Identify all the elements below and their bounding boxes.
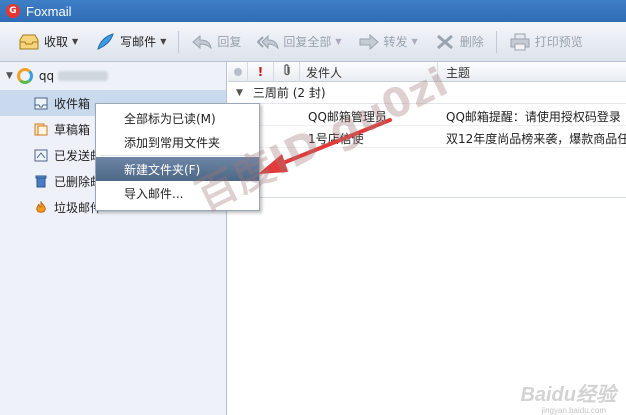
compose-label: 写邮件	[120, 35, 157, 49]
feather-pen-icon	[94, 32, 116, 51]
delete-x-icon	[434, 33, 456, 51]
receive-button[interactable]: 收取 ▼	[12, 27, 84, 57]
sent-icon	[34, 149, 48, 162]
priority-column[interactable]: !	[248, 62, 274, 82]
delete-button[interactable]: 删除	[428, 27, 490, 57]
account-row[interactable]: ▼ qq	[0, 62, 226, 90]
trash-can-icon	[34, 175, 48, 188]
print-preview-label: 打印预览	[534, 35, 583, 49]
window-title: Foxmail	[26, 3, 72, 19]
toolbar-separator	[178, 30, 180, 53]
folder-label: 草稿箱	[54, 122, 91, 137]
forward-dropdown-icon[interactable]: ▼	[412, 37, 418, 46]
reply-button[interactable]: 回复	[185, 27, 247, 57]
forward-label: 转发	[383, 35, 408, 49]
mail-subject: QQ邮箱提醒：请使用授权码登录	[446, 110, 621, 124]
paperclip-icon	[282, 64, 292, 80]
title-bar: G Foxmail	[0, 0, 626, 22]
print-preview-button[interactable]: 打印预览	[503, 27, 589, 57]
delete-label: 删除	[459, 35, 484, 49]
read-dot-icon	[233, 68, 242, 76]
toolbar: 收取 ▼ 写邮件 ▼ 回复 回复全部 ▼ 转发 ▼ 删除 打印预览	[0, 22, 626, 62]
inbox-tray-icon	[18, 33, 40, 51]
subject-column-label: 主题	[446, 65, 471, 80]
reply-all-dropdown-icon[interactable]: ▼	[335, 37, 341, 46]
mail-subject: 双12年度尚品榜来袭，爆款商品任	[446, 132, 626, 146]
account-email-redacted	[58, 71, 109, 81]
group-label: 三周前 (2 封)	[252, 86, 326, 100]
baidu-brand-watermark: Baidu经验	[520, 384, 616, 406]
compose-button[interactable]: 写邮件 ▼	[88, 27, 172, 57]
collapse-triangle-icon[interactable]: ▼	[6, 71, 13, 81]
foxmail-logo-icon: G	[6, 4, 20, 18]
list-divider	[228, 197, 626, 198]
reply-all-button[interactable]: 回复全部 ▼	[251, 27, 347, 57]
compose-dropdown-icon[interactable]: ▼	[160, 37, 166, 46]
read-status-column[interactable]	[228, 62, 248, 82]
inbox-icon	[34, 97, 48, 110]
reply-all-label: 回复全部	[283, 35, 332, 49]
receive-dropdown-icon[interactable]: ▼	[72, 37, 78, 46]
reply-arrow-icon	[191, 33, 213, 51]
qq-account-icon	[16, 68, 33, 84]
toolbar-separator	[495, 30, 497, 53]
printer-icon	[509, 33, 531, 51]
forward-button[interactable]: 转发 ▼	[352, 27, 424, 57]
drafts-icon	[34, 123, 48, 136]
menu-mark-all-read[interactable]: 全部标为已读(M)	[96, 106, 259, 130]
reply-all-arrow-icon	[256, 33, 280, 51]
receive-label: 收取	[44, 35, 69, 49]
subject-column-header[interactable]: 主题	[438, 62, 626, 82]
attachment-column[interactable]	[274, 62, 300, 82]
fire-icon	[34, 199, 48, 214]
group-collapse-triangle-icon[interactable]: ▼	[236, 88, 243, 98]
account-name: qq	[38, 69, 55, 83]
forward-arrow-icon	[358, 33, 380, 51]
baidu-url-watermark: jingyan.baidu.com	[541, 406, 606, 415]
folder-label: 收件箱	[54, 96, 91, 111]
reply-label: 回复	[217, 35, 242, 49]
sender-column-label: 发件人	[306, 65, 343, 80]
priority-icon: !	[257, 65, 264, 79]
